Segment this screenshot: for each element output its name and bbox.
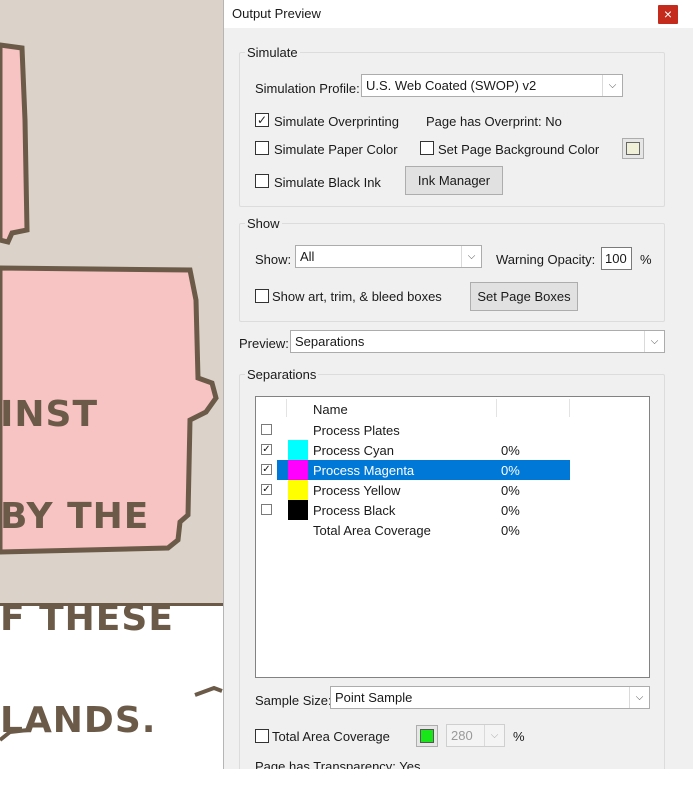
plate-checkbox[interactable]: ✓ bbox=[261, 444, 272, 455]
comic-caption: INST BY THE F THESE LANDS. bbox=[0, 330, 174, 806]
plate-coverage: 0% bbox=[501, 483, 520, 498]
show-group bbox=[239, 223, 665, 322]
sample-size-label: Sample Size: bbox=[255, 693, 332, 708]
set-page-background-label: Set Page Background Color bbox=[438, 142, 600, 157]
plate-checkbox[interactable]: ✓ bbox=[261, 484, 272, 495]
chevron-down-icon: ⌵ bbox=[629, 687, 649, 708]
comic-line: LANDS. bbox=[0, 700, 157, 741]
preview-select[interactable]: Separations ⌵ bbox=[290, 330, 665, 353]
plate-name: Process Plates bbox=[313, 423, 400, 438]
separations-list-header: Name bbox=[256, 397, 649, 419]
comic-line: INST bbox=[0, 394, 99, 435]
color-swatch bbox=[288, 480, 308, 500]
list-item[interactable]: ✓ Process Cyan 0% bbox=[256, 440, 649, 460]
column-header-name: Name bbox=[313, 402, 348, 417]
show-label: Show: bbox=[255, 252, 292, 267]
simulate-black-ink-checkbox[interactable] bbox=[255, 174, 269, 188]
coverage-value-select[interactable]: 280 ⌵ bbox=[446, 724, 505, 747]
plate-checkbox[interactable] bbox=[261, 424, 272, 435]
chevron-down-icon: ⌵ bbox=[644, 331, 664, 352]
total-area-coverage-label: Total Area Coverage bbox=[272, 729, 390, 744]
chevron-down-icon: ⌵ bbox=[484, 725, 504, 746]
plate-coverage: 0% bbox=[501, 503, 520, 518]
simulation-profile-label: Simulation Profile: bbox=[255, 81, 360, 96]
plate-name: Total Area Coverage bbox=[313, 523, 431, 538]
window-title: Output Preview bbox=[232, 6, 321, 21]
sample-size-value: Point Sample bbox=[335, 690, 413, 705]
simulate-paper-color-checkbox[interactable] bbox=[255, 141, 269, 155]
transparency-status: Page has Transparency: Yes bbox=[255, 759, 421, 769]
comic-line: F THESE bbox=[0, 598, 174, 639]
plate-coverage: 0% bbox=[501, 463, 520, 478]
simulate-paper-color-label: Simulate Paper Color bbox=[274, 142, 398, 157]
separations-list: Name Process Plates ✓ Process Cyan 0% ✓ … bbox=[255, 396, 650, 678]
preview-value: Separations bbox=[295, 334, 365, 349]
background-color-fill bbox=[626, 142, 640, 155]
close-button[interactable]: × bbox=[658, 5, 678, 24]
color-swatch bbox=[288, 440, 308, 460]
list-item: Total Area Coverage 0% bbox=[256, 520, 649, 540]
plate-coverage: 0% bbox=[501, 443, 520, 458]
page-background-color-swatch[interactable] bbox=[622, 138, 644, 159]
show-boxes-label: Show art, trim, & bleed boxes bbox=[272, 289, 442, 304]
plate-name: Process Yellow bbox=[313, 483, 401, 498]
plate-coverage: 0% bbox=[501, 523, 520, 538]
chevron-down-icon: ⌵ bbox=[461, 246, 481, 267]
coverage-value: 280 bbox=[451, 728, 473, 743]
plate-name: Process Cyan bbox=[313, 443, 394, 458]
show-group-label: Show bbox=[245, 216, 282, 231]
plate-name: Process Black bbox=[313, 503, 396, 518]
column-divider bbox=[496, 399, 497, 417]
coverage-color-swatch[interactable] bbox=[416, 725, 438, 747]
simulate-black-ink-label: Simulate Black Ink bbox=[274, 175, 381, 190]
warning-opacity-input[interactable]: 100 bbox=[601, 247, 632, 270]
color-swatch bbox=[288, 460, 308, 480]
show-value: All bbox=[300, 249, 315, 264]
plate-checkbox[interactable] bbox=[261, 504, 272, 515]
comic-line: BY THE bbox=[0, 496, 150, 537]
chevron-down-icon: ⌵ bbox=[602, 75, 622, 96]
show-select[interactable]: All ⌵ bbox=[295, 245, 482, 268]
plate-checkbox[interactable]: ✓ bbox=[261, 464, 272, 475]
column-divider bbox=[569, 399, 570, 417]
simulate-overprinting-checkbox[interactable]: ✓ bbox=[255, 113, 269, 127]
overprint-status: Page has Overprint: No bbox=[426, 114, 562, 129]
column-divider bbox=[286, 399, 287, 417]
output-preview-dialog: Output Preview × Simulate Simulation Pro… bbox=[223, 0, 693, 769]
title-bar: Output Preview × bbox=[224, 0, 693, 28]
simulate-group-label: Simulate bbox=[245, 45, 300, 60]
coverage-color-fill bbox=[420, 729, 434, 743]
simulate-overprinting-label: Simulate Overprinting bbox=[274, 114, 399, 129]
list-item[interactable]: Process Black 0% bbox=[256, 500, 649, 520]
show-boxes-checkbox[interactable] bbox=[255, 289, 269, 303]
simulation-profile-select[interactable]: U.S. Web Coated (SWOP) v2 ⌵ bbox=[361, 74, 623, 97]
set-page-background-checkbox[interactable] bbox=[420, 141, 434, 155]
set-page-boxes-button[interactable]: Set Page Boxes bbox=[470, 282, 578, 311]
sample-size-select[interactable]: Point Sample ⌵ bbox=[330, 686, 650, 709]
plate-name: Process Magenta bbox=[313, 463, 415, 478]
list-item[interactable]: ✓ Process Yellow 0% bbox=[256, 480, 649, 500]
preview-label: Preview: bbox=[239, 336, 289, 351]
color-swatch bbox=[288, 500, 308, 520]
separations-group-label: Separations bbox=[245, 367, 319, 382]
warning-opacity-label: Warning Opacity: bbox=[496, 252, 596, 267]
ink-manager-button[interactable]: Ink Manager bbox=[405, 166, 503, 195]
list-item[interactable]: ✓ Process Magenta 0% bbox=[256, 460, 649, 480]
simulation-profile-value: U.S. Web Coated (SWOP) v2 bbox=[366, 78, 537, 93]
coverage-unit: % bbox=[513, 729, 525, 744]
total-area-coverage-checkbox[interactable] bbox=[255, 729, 269, 743]
list-item[interactable]: Process Plates bbox=[256, 420, 649, 440]
warning-opacity-unit: % bbox=[640, 252, 652, 267]
close-icon: × bbox=[663, 6, 673, 22]
